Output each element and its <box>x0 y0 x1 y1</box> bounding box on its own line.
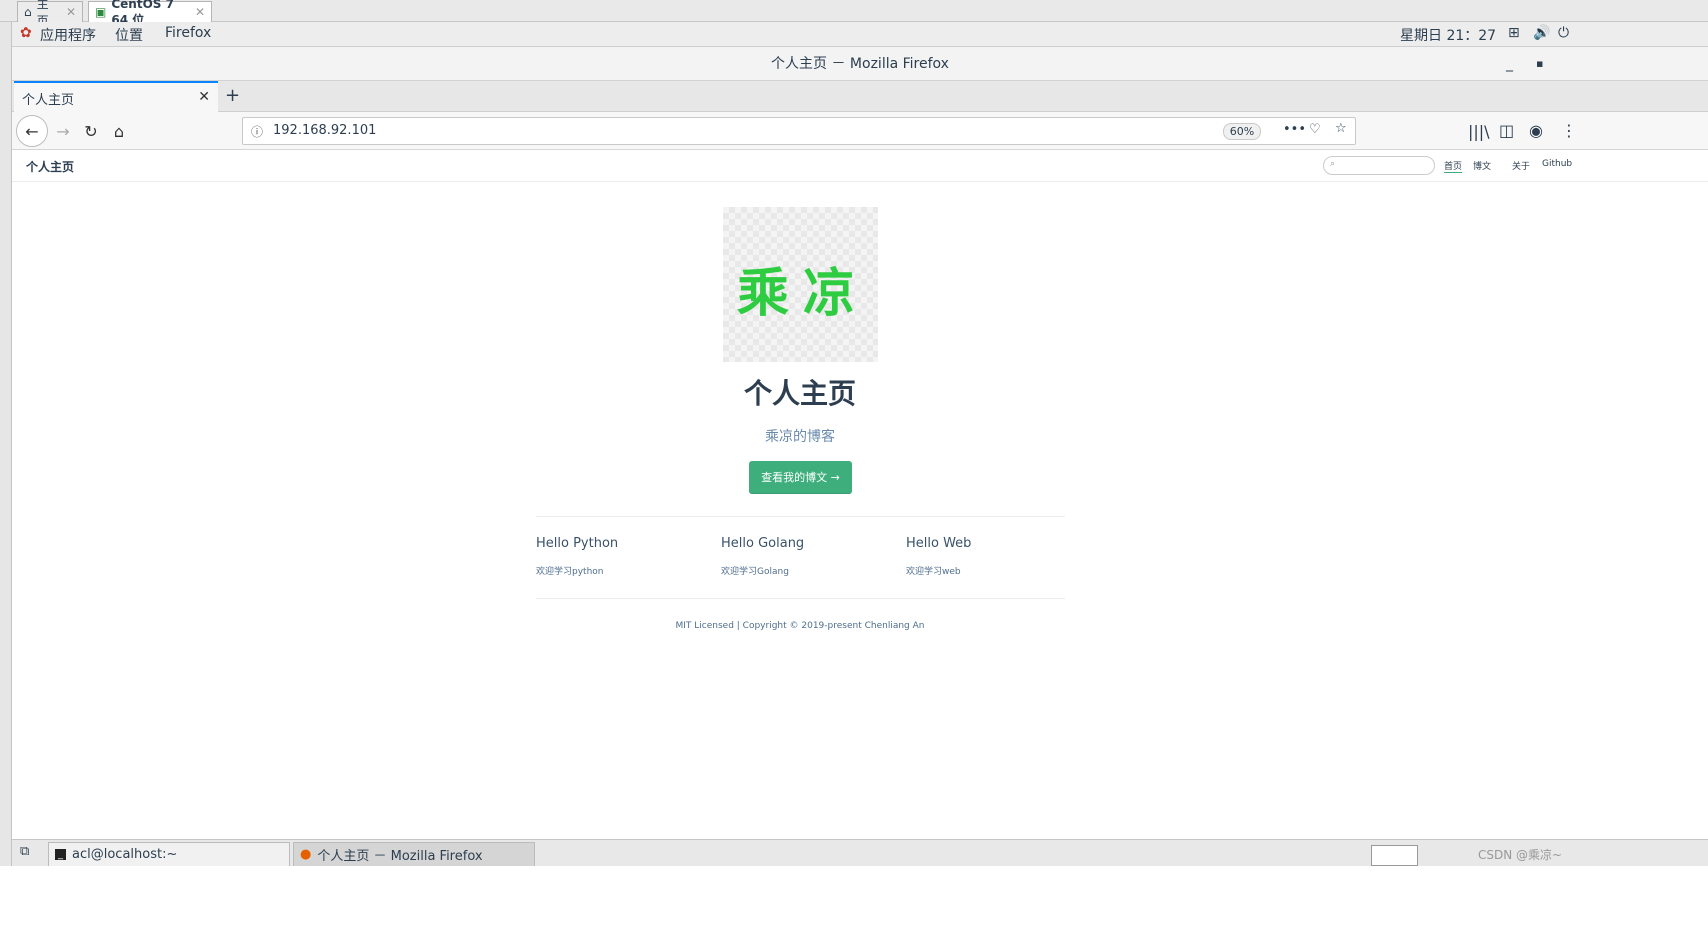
apps-icon: ✿ <box>20 25 32 41</box>
feature-python: Hello Python 欢迎学习python <box>536 536 618 577</box>
new-tab-icon[interactable]: + <box>225 85 240 106</box>
feature-title: Hello Golang <box>721 536 805 551</box>
terminal-icon: _ <box>55 849 66 860</box>
url-text[interactable]: 192.168.92.101 <box>273 123 376 138</box>
vm-icon: ▣ <box>95 5 107 19</box>
nav-link-github[interactable]: Github <box>1542 159 1572 169</box>
site-footer: MIT Licensed | Copyright © 2019-present … <box>675 621 925 631</box>
taskbar-label: acl@localhost:~ <box>72 847 178 862</box>
vm-tab-home[interactable]: ⌂ 主页 ✕ <box>17 0 83 28</box>
volume-icon[interactable]: 🔊 <box>1533 25 1550 41</box>
site-title[interactable]: 个人主页 <box>26 158 74 175</box>
library-icon[interactable]: |||\ <box>1468 122 1490 141</box>
close-icon[interactable]: ✕ <box>66 5 76 19</box>
home-icon: ⌂ <box>113 121 125 141</box>
vm-tab-centos[interactable]: ▣ CentOS 7 64 位 ✕ <box>88 0 212 27</box>
navigation-toolbar: ← → ↻ ⌂ ⓘ 192.168.92.101 60% ••• ♡ ☆ |||… <box>12 112 1708 150</box>
pocket-icon[interactable]: ♡ <box>1309 122 1321 137</box>
arrow-left-icon: ← <box>25 121 39 141</box>
info-icon[interactable]: ⓘ <box>251 123 263 140</box>
show-desktop-icon[interactable]: ⧉ <box>20 844 29 859</box>
firefox-icon: ● <box>300 847 312 862</box>
workspace-switcher[interactable] <box>1371 845 1418 866</box>
taskbar-terminal[interactable]: _ acl@localhost:~ <box>48 842 290 867</box>
taskbar-label: 个人主页 － Mozilla Firefox <box>317 849 483 864</box>
minimize-icon[interactable]: _ <box>1506 47 1513 81</box>
sidebar-icon[interactable]: ◫ <box>1499 121 1514 140</box>
browser-tab-bar: 个人主页 ✕ + <box>12 81 1708 112</box>
account-icon[interactable]: ◉ <box>1529 121 1543 140</box>
browser-tab[interactable]: 个人主页 ✕ <box>14 81 218 112</box>
feature-golang: Hello Golang 欢迎学习Golang <box>721 536 804 577</box>
nav-link-about[interactable]: 关于 <box>1512 159 1530 172</box>
window-titlebar: 个人主页 － Mozilla Firefox _ ▪ <box>12 47 1708 81</box>
nav-link-home[interactable]: 首页 <box>1444 159 1463 173</box>
hero-image-text: 乘凉 <box>737 263 870 324</box>
home-button[interactable]: ⌂ <box>106 118 132 144</box>
url-bar[interactable]: ⓘ 192.168.92.101 60% ••• ♡ ☆ <box>242 117 1356 145</box>
site-navbar: 个人主页 ⌕ 首页 博文 关于 Github <box>12 150 1708 182</box>
view-posts-button[interactable]: 查看我的博文 → <box>749 461 852 494</box>
feature-details: 欢迎学习Golang <box>721 567 789 577</box>
watermark: CSDN @乘凉~ <box>1478 848 1563 862</box>
web-page: 个人主页 ⌕ 首页 博文 关于 Github 乘凉 个人主页 乘凉的博客 查看我… <box>12 150 1708 912</box>
divider <box>536 598 1065 599</box>
gnome-top-bar: ✿ 应用程序 位置 Firefox 星期日 21：27 ⊞ 🔊 ⏻ <box>12 22 1708 47</box>
home-icon: ⌂ <box>24 5 32 19</box>
bookmark-star-icon[interactable]: ☆ <box>1335 121 1347 136</box>
reload-icon: ↻ <box>84 121 98 141</box>
search-input[interactable]: ⌕ <box>1323 156 1435 175</box>
power-icon[interactable]: ⏻ <box>1558 25 1569 41</box>
firefox-menu[interactable]: Firefox <box>165 25 211 41</box>
close-icon[interactable]: ✕ <box>198 89 210 105</box>
forward-button[interactable]: → <box>50 118 76 144</box>
apps-menu[interactable]: 应用程序 <box>40 25 96 45</box>
vm-tab-strip: ⌂ 主页 ✕ ▣ CentOS 7 64 位 ✕ <box>0 0 1708 28</box>
vm-left-panel <box>0 0 12 943</box>
feature-details: 欢迎学习python <box>536 567 604 577</box>
feature-web: Hello Web 欢迎学习web <box>906 536 971 577</box>
zoom-indicator[interactable]: 60% <box>1223 123 1261 140</box>
places-menu[interactable]: 位置 <box>115 25 143 45</box>
vm-bottom-area <box>0 866 1708 943</box>
arrow-right-icon: → <box>56 121 70 141</box>
clock[interactable]: 星期日 21：27 <box>1400 25 1496 45</box>
nav-link-posts[interactable]: 博文 <box>1473 159 1491 172</box>
feature-details: 欢迎学习web <box>906 567 961 577</box>
divider <box>536 516 1065 517</box>
close-icon[interactable]: ✕ <box>195 5 205 19</box>
feature-title: Hello Python <box>536 536 619 551</box>
reload-button[interactable]: ↻ <box>78 118 104 144</box>
page-actions-icon[interactable]: ••• <box>1283 122 1306 137</box>
search-icon: ⌕ <box>1330 159 1336 169</box>
maximize-icon[interactable]: ▪ <box>1536 47 1543 81</box>
hero-description: 乘凉的博客 <box>765 429 835 445</box>
back-button[interactable]: ← <box>16 115 48 147</box>
taskbar-firefox[interactable]: ● 个人主页 － Mozilla Firefox <box>293 842 535 867</box>
menu-icon[interactable]: ⋮ <box>1561 121 1577 140</box>
tab-title: 个人主页 <box>22 93 75 108</box>
feature-title: Hello Web <box>906 536 972 551</box>
window-title: 个人主页 － Mozilla Firefox <box>771 56 949 72</box>
hero-image: 乘凉 <box>723 207 878 362</box>
network-icon[interactable]: ⊞ <box>1508 25 1520 41</box>
hero-title: 个人主页 <box>743 377 856 410</box>
taskbar: ⧉ _ acl@localhost:~ ● 个人主页 － Mozilla Fir… <box>12 839 1708 867</box>
